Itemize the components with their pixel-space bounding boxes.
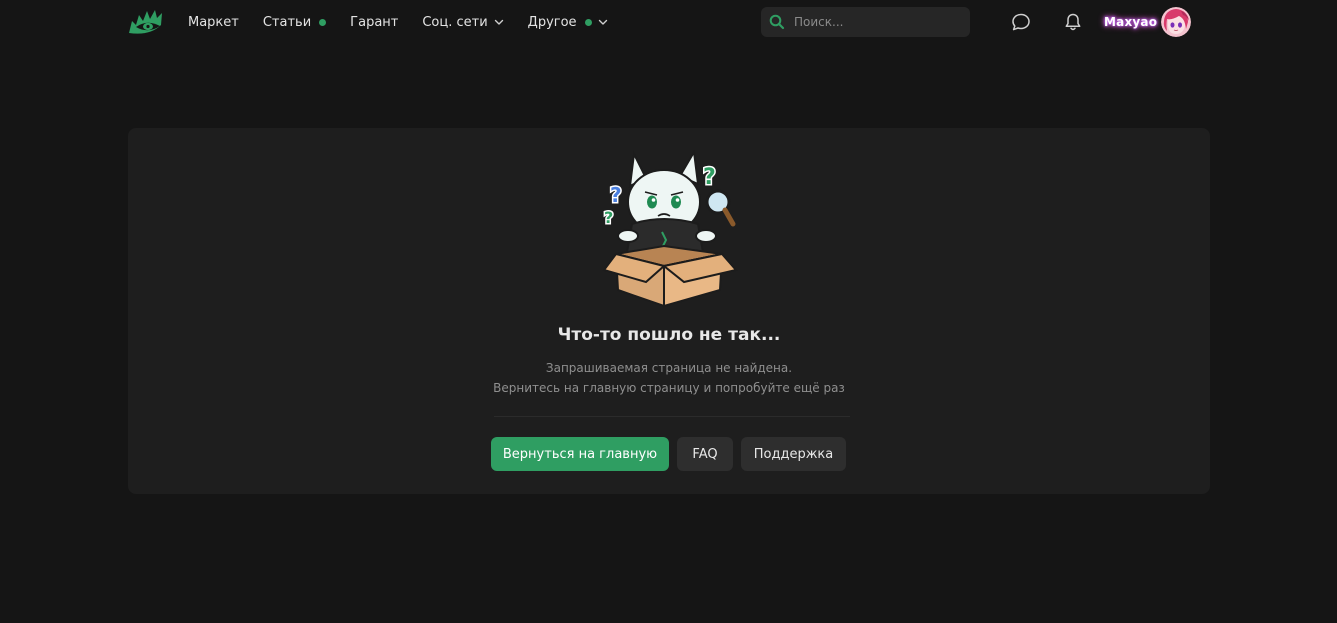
nav-label: Гарант xyxy=(350,14,399,30)
nav-label: Статьи xyxy=(262,14,312,30)
search-box[interactable] xyxy=(761,7,970,37)
nav-item-articles[interactable]: Статьи xyxy=(262,14,327,30)
search-input[interactable] xyxy=(792,14,952,30)
error-card: ? ? ? Что-то пошло не так... Запрашиваем… xyxy=(128,128,1210,494)
go-home-button[interactable]: Вернуться на главную xyxy=(491,437,669,471)
chevron-down-icon xyxy=(598,19,607,25)
new-indicator-dot xyxy=(584,18,592,26)
nav-label: Соц. сети xyxy=(422,14,488,30)
user-menu[interactable]: Maxyao xyxy=(1104,7,1192,37)
error-description-line: Вернитесь на главную страницу и попробуй… xyxy=(493,381,845,395)
confused-cat-in-box-illustration: ? ? ? xyxy=(602,150,738,308)
support-button[interactable]: Поддержка xyxy=(741,437,846,471)
nav-item-other[interactable]: Другое xyxy=(528,15,608,30)
error-title: Что-то пошло не так... xyxy=(557,325,781,345)
main-nav: Маркет Статьи Гарант Соц. сети Другое xyxy=(188,0,632,44)
faq-button[interactable]: FAQ xyxy=(677,437,733,471)
svg-text:?: ? xyxy=(604,208,613,227)
top-navbar: Маркет Статьи Гарант Соц. сети Другое По… xyxy=(0,0,1337,44)
avatar-image xyxy=(1161,7,1192,37)
logo-icon[interactable] xyxy=(128,7,164,37)
bell-icon[interactable] xyxy=(1063,12,1083,32)
nav-item-social[interactable]: Соц. сети xyxy=(422,15,503,30)
nav-item-market[interactable]: Маркет xyxy=(188,15,239,30)
nav-label: Маркет xyxy=(188,14,239,30)
error-description-line: Запрашиваемая страница не найдена. xyxy=(545,361,793,375)
chevron-down-icon xyxy=(494,19,503,25)
nav-label: Другое xyxy=(527,14,577,30)
error-actions: Вернуться на главную FAQ Поддержка xyxy=(491,437,854,471)
svg-text:?: ? xyxy=(703,165,716,190)
error-description: Запрашиваемая страница не найдена. Верни… xyxy=(128,358,1210,398)
new-indicator-dot xyxy=(319,18,327,26)
username: Maxyao xyxy=(1104,15,1158,29)
divider xyxy=(494,416,850,417)
chat-icon[interactable] xyxy=(1011,12,1031,32)
search-icon xyxy=(769,14,785,30)
avatar[interactable] xyxy=(1161,7,1192,37)
nav-item-guarantor[interactable]: Гарант xyxy=(350,15,398,30)
svg-text:?: ? xyxy=(610,183,622,207)
